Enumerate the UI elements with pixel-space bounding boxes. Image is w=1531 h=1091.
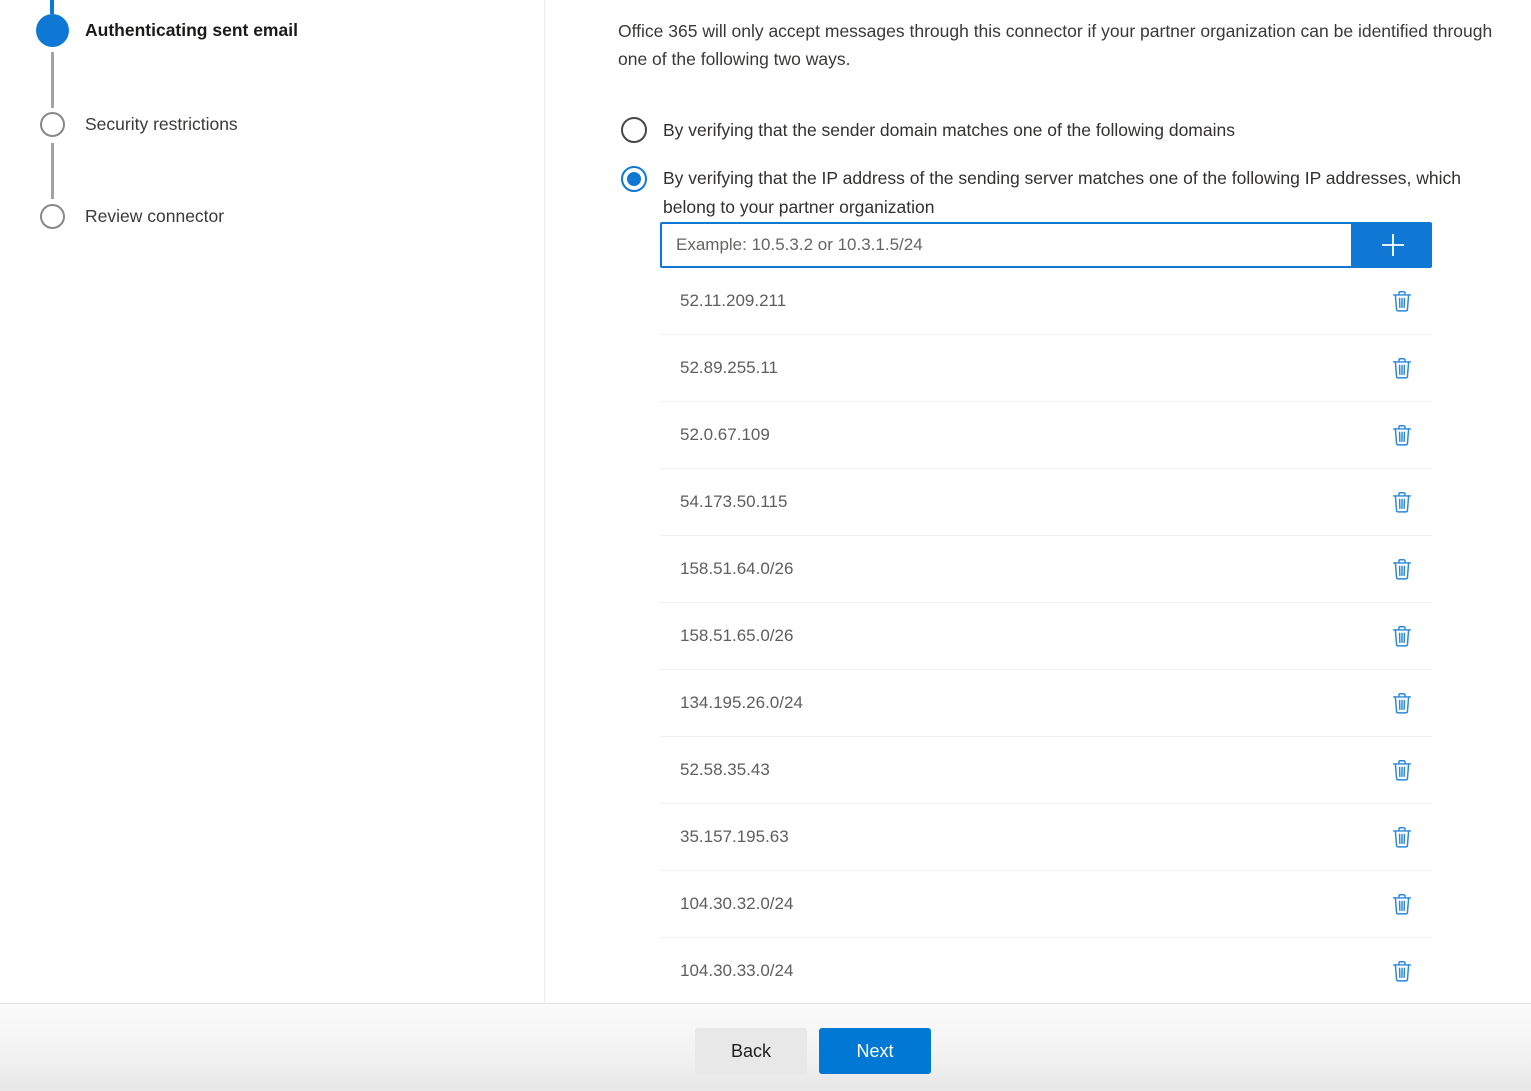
ip-row: 52.11.209.211	[660, 268, 1432, 335]
ip-value: 134.195.26.0/24	[680, 693, 803, 713]
ip-row: 104.30.33.0/24	[660, 938, 1432, 1005]
ip-value: 104.30.33.0/24	[680, 961, 793, 981]
plus-icon	[1377, 229, 1409, 261]
ip-row: 134.195.26.0/24	[660, 670, 1432, 737]
delete-ip-button[interactable]	[1390, 355, 1414, 381]
delete-ip-button[interactable]	[1390, 690, 1414, 716]
stepper-line-previous	[50, 0, 54, 14]
ip-value: 52.11.209.211	[680, 291, 786, 311]
delete-ip-button[interactable]	[1390, 757, 1414, 783]
stepper-connector	[51, 143, 54, 199]
trash-icon	[1392, 826, 1412, 848]
trash-icon	[1392, 625, 1412, 647]
intro-text: Office 365 will only accept messages thr…	[618, 17, 1523, 73]
ip-value: 158.51.65.0/26	[680, 626, 793, 646]
ip-row: 35.157.195.63	[660, 804, 1432, 871]
ip-row: 158.51.64.0/26	[660, 536, 1432, 603]
ip-row: 54.173.50.115	[660, 469, 1432, 536]
ip-value: 54.173.50.115	[680, 492, 787, 512]
radio-label[interactable]: By verifying that the IP address of the …	[663, 164, 1478, 222]
wizard-stepper: Authenticating sent email Security restr…	[0, 0, 545, 1003]
ip-value: 52.58.35.43	[680, 760, 770, 780]
option-ip-address: By verifying that the IP address of the …	[621, 166, 1478, 222]
add-ip-button[interactable]	[1353, 222, 1432, 268]
trash-icon	[1392, 759, 1412, 781]
stepper-connector	[51, 52, 54, 108]
step-label: Authenticating sent email	[85, 20, 298, 41]
connector-wizard-page: Authenticating sent email Security restr…	[0, 0, 1531, 1091]
step-empty-circle	[40, 112, 65, 137]
radio-ip-address[interactable]	[621, 166, 647, 192]
trash-icon	[1392, 491, 1412, 513]
trash-icon	[1392, 960, 1412, 982]
next-button[interactable]: Next	[819, 1028, 931, 1074]
trash-icon	[1392, 558, 1412, 580]
step-empty-circle	[40, 204, 65, 229]
delete-ip-button[interactable]	[1390, 422, 1414, 448]
delete-ip-button[interactable]	[1390, 288, 1414, 314]
ip-row: 52.58.35.43	[660, 737, 1432, 804]
ip-row: 52.0.67.109	[660, 402, 1432, 469]
ip-entry-row	[660, 222, 1432, 268]
trash-icon	[1392, 357, 1412, 379]
trash-icon	[1392, 893, 1412, 915]
ip-value: 35.157.195.63	[680, 827, 789, 847]
ip-row: 158.51.65.0/26	[660, 603, 1432, 670]
wizard-footer: Back Next	[0, 1003, 1531, 1091]
ip-address-input[interactable]	[660, 222, 1353, 268]
ip-address-list: 52.11.209.211 52.89.255.11	[660, 268, 1432, 1005]
trash-icon	[1392, 692, 1412, 714]
trash-icon	[1392, 290, 1412, 312]
delete-ip-button[interactable]	[1390, 556, 1414, 582]
radio-sender-domain[interactable]	[621, 117, 647, 143]
delete-ip-button[interactable]	[1390, 824, 1414, 850]
step-label: Security restrictions	[85, 114, 238, 135]
ip-row: 104.30.32.0/24	[660, 871, 1432, 938]
ip-value: 52.0.67.109	[680, 425, 770, 445]
delete-ip-button[interactable]	[1390, 891, 1414, 917]
step-active-dot	[36, 14, 69, 47]
delete-ip-button[interactable]	[1390, 958, 1414, 984]
radio-label[interactable]: By verifying that the sender domain matc…	[663, 116, 1423, 145]
ip-row: 52.89.255.11	[660, 335, 1432, 402]
ip-value: 52.89.255.11	[680, 358, 778, 378]
back-button[interactable]: Back	[695, 1028, 807, 1074]
ip-value: 104.30.32.0/24	[680, 894, 793, 914]
trash-icon	[1392, 424, 1412, 446]
ip-value: 158.51.64.0/26	[680, 559, 793, 579]
delete-ip-button[interactable]	[1390, 623, 1414, 649]
delete-ip-button[interactable]	[1390, 489, 1414, 515]
option-sender-domain: By verifying that the sender domain matc…	[621, 117, 1423, 145]
step-label: Review connector	[85, 206, 224, 227]
